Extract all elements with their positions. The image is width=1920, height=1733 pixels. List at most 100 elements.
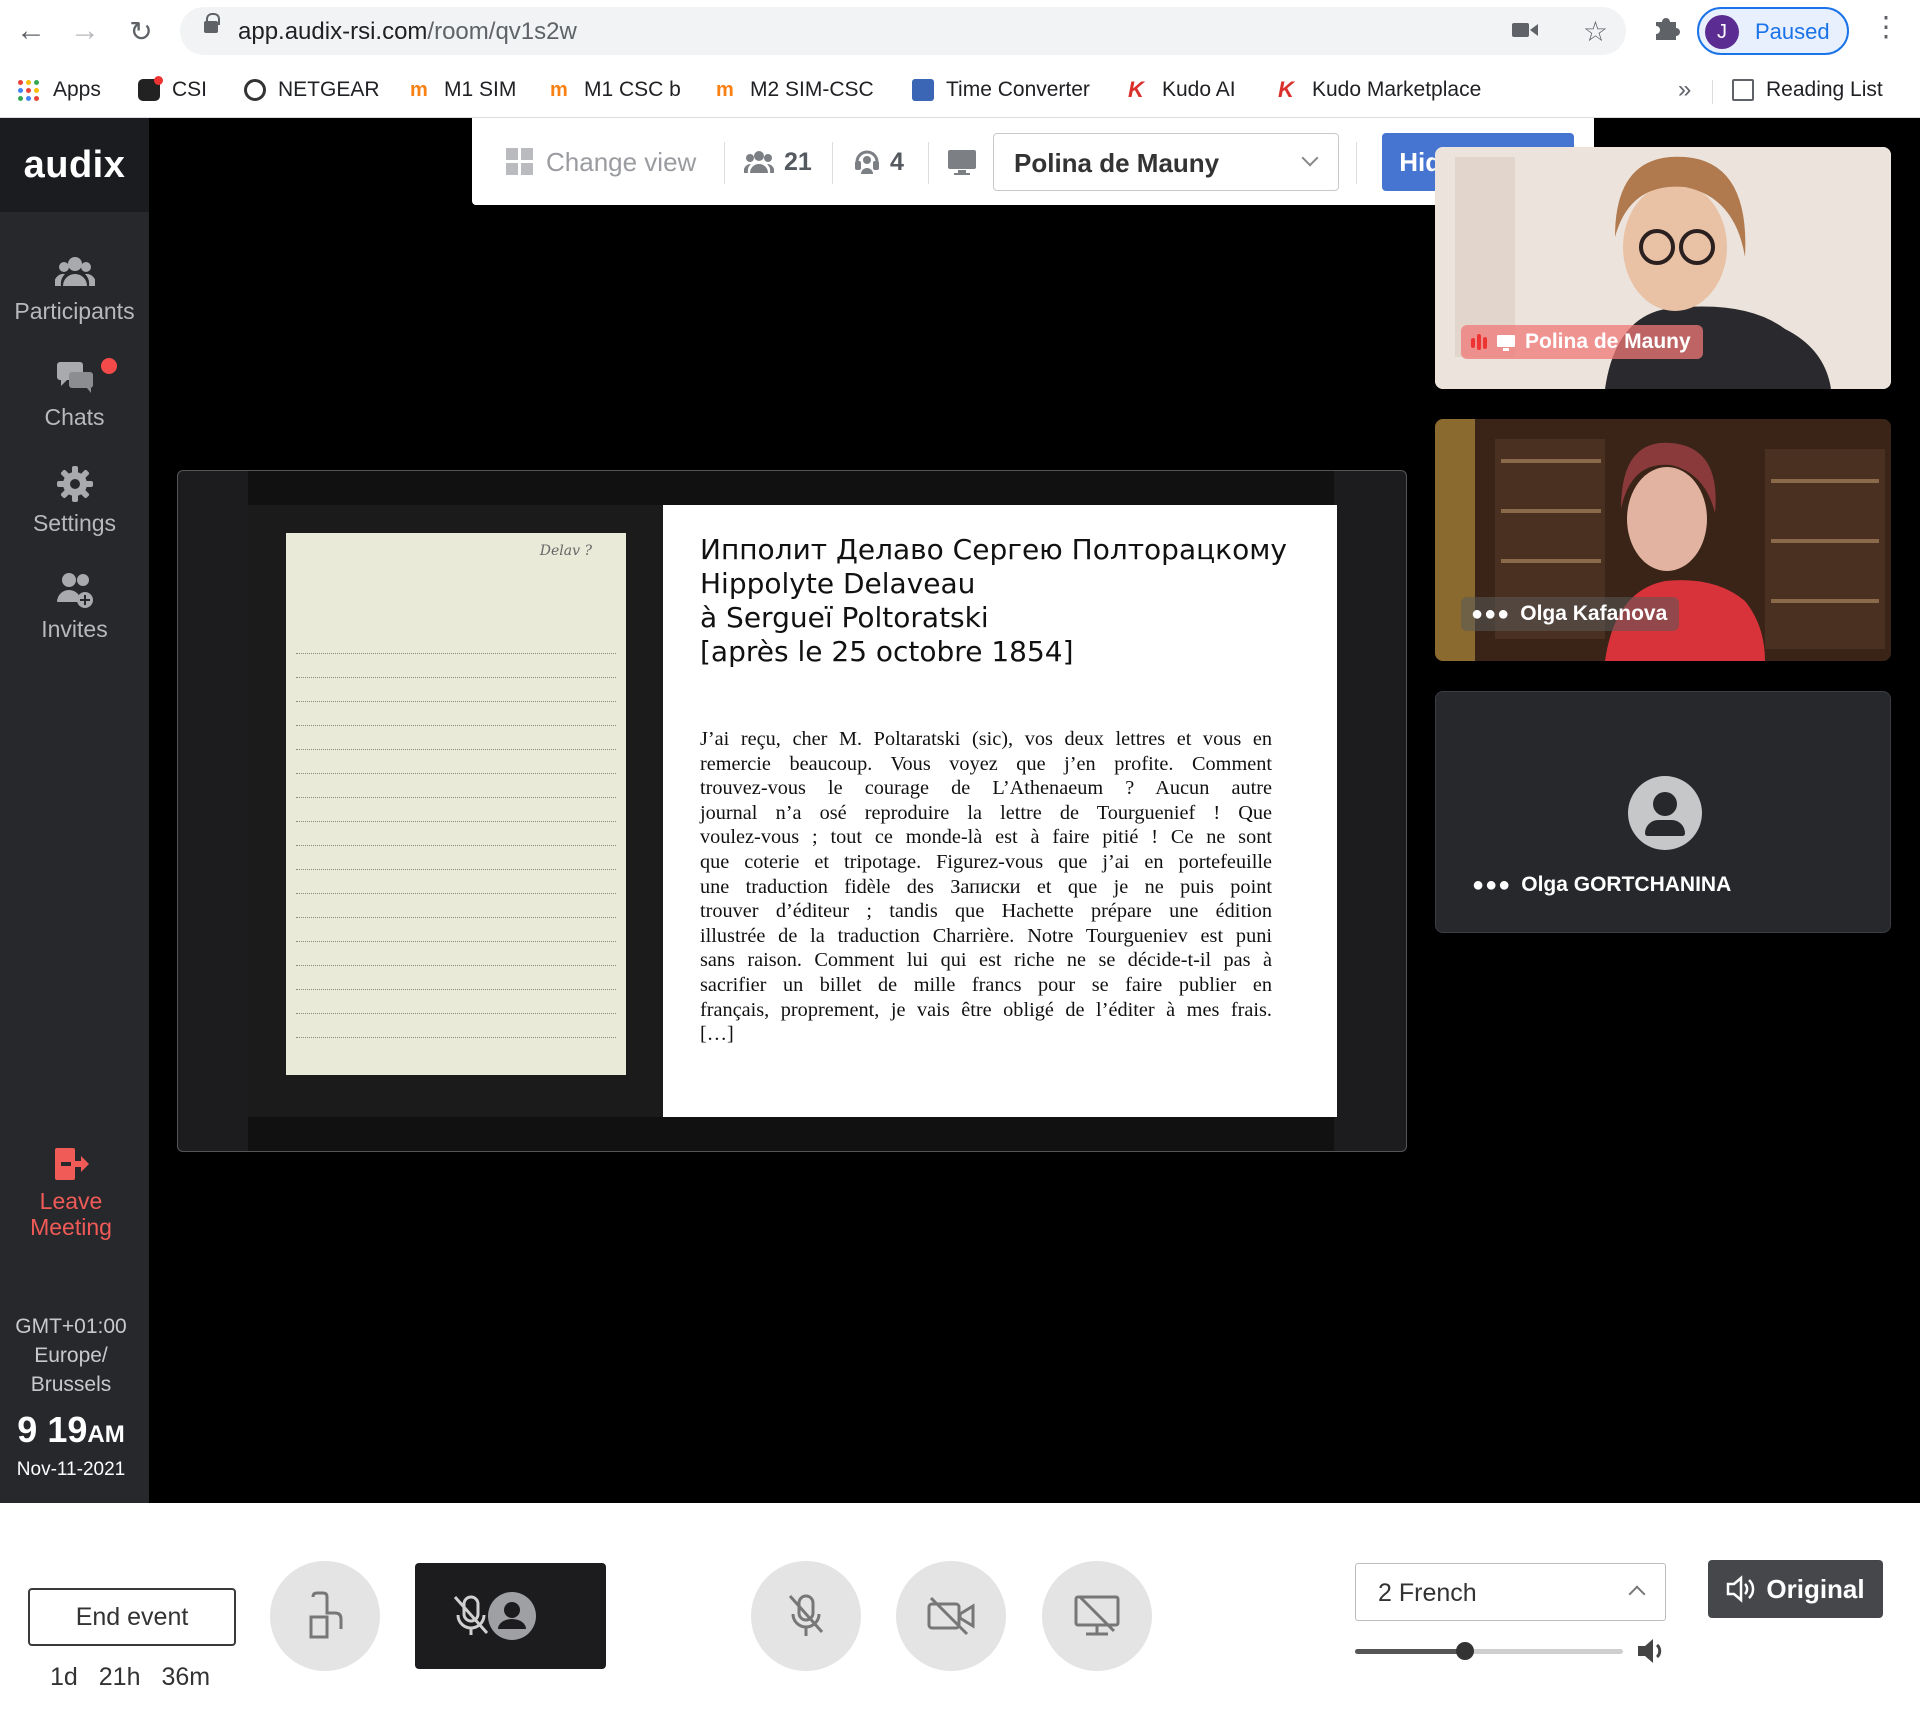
participant-name-tag: ●●● Olga Kafanova: [1461, 597, 1680, 631]
more-bookmarks-icon[interactable]: »: [1678, 76, 1691, 104]
bookmark-m2-sim-csc[interactable]: m M2 SIM-CSC: [716, 74, 874, 106]
participants-icon: [744, 151, 774, 173]
more-options-icon[interactable]: ●●●: [1472, 874, 1511, 897]
kudo-icon: K: [1128, 77, 1144, 102]
leave-meeting-button[interactable]: Leave Meeting: [0, 1146, 142, 1240]
video-tile-polina[interactable]: Polina de Mauny: [1435, 147, 1891, 389]
participant-name-tag: Polina de Mauny: [1461, 325, 1703, 359]
toolbar-divider: [1356, 142, 1357, 184]
moodle-icon: m: [716, 79, 734, 101]
unread-badge: [101, 358, 117, 374]
kudo-icon: K: [1278, 77, 1294, 102]
bookmark-kudo-marketplace[interactable]: K Kudo Marketplace: [1278, 74, 1481, 106]
timezone-city: Brussels: [30, 1373, 112, 1396]
invite-user-icon: [56, 573, 93, 608]
mic-off-icon: [788, 1594, 824, 1636]
interpreter-count[interactable]: 4: [854, 144, 904, 180]
camera-in-use-icon[interactable]: [1512, 21, 1538, 39]
sidebar-item-invites[interactable]: Invites: [0, 570, 149, 660]
video-tile-olga-kafanova[interactable]: ●●● Olga Kafanova: [1435, 419, 1891, 661]
time-converter-icon: [912, 79, 934, 101]
bookmark-netgear[interactable]: NETGEAR: [244, 74, 380, 106]
default-avatar-icon: [1628, 776, 1702, 850]
screen-share-button[interactable]: [1042, 1561, 1152, 1671]
video-tile-olga-gortchanina[interactable]: ●●● Olga GORTCHANINA: [1435, 691, 1891, 933]
chevron-up-icon: [1628, 1585, 1646, 1603]
bookmark-kudo-ai[interactable]: K Kudo AI: [1128, 74, 1236, 106]
interpreter-headset-icon: [855, 150, 879, 174]
handwritten-letter-image: Delav ?: [286, 533, 626, 1075]
current-date: Nov-11-2021: [16, 1459, 126, 1480]
meeting-app: audix Participants Chats Settings Invite…: [0, 118, 1920, 1503]
back-icon[interactable]: ←: [12, 12, 50, 50]
shared-screen: Delav ? Ипполит Делаво Сергею Полторацко…: [177, 470, 1407, 1152]
speak-request-icon: [309, 1591, 343, 1639]
change-view-button[interactable]: Change view: [506, 144, 696, 180]
shared-screen-source-select[interactable]: Polina de Mauny: [993, 133, 1339, 191]
participant-count[interactable]: 21: [744, 144, 812, 180]
slide-image-panel: Delav ?: [248, 505, 663, 1117]
browser-menu-icon[interactable]: ⋮: [1872, 10, 1900, 43]
volume-slider[interactable]: [1355, 1642, 1623, 1660]
forward-icon[interactable]: →: [66, 12, 104, 50]
language-channel-select[interactable]: 2 French: [1355, 1563, 1666, 1621]
audix-logo: audix: [0, 118, 149, 212]
mute-participant-toggle[interactable]: [415, 1563, 606, 1669]
camera-button[interactable]: [896, 1561, 1006, 1671]
chats-icon: [56, 362, 93, 393]
profile-button[interactable]: J Paused: [1697, 7, 1849, 55]
meeting-toolbar: Change view 21 4 Polina de Mauny Hide: [472, 118, 1594, 205]
mic-off-icon: [453, 1595, 489, 1635]
raise-hand-button[interactable]: [270, 1561, 380, 1671]
sidebar-item-settings[interactable]: Settings: [0, 464, 149, 554]
address-bar[interactable]: app.audix-rsi.com/room/qv1s2w ☆: [180, 7, 1626, 55]
current-time: 9 19AM: [17, 1409, 125, 1450]
screen-share-icon: [948, 150, 976, 175]
exit-door-icon: [55, 1148, 89, 1180]
speaker-icon: [1727, 1575, 1755, 1603]
slide-title: Ипполит Делаво Сергею Полторацкому Hippo…: [700, 533, 1287, 668]
bookmark-csi[interactable]: CSI: [138, 74, 207, 106]
shared-screen-content: Delav ? Ипполит Делаво Сергею Полторацко…: [248, 471, 1337, 1151]
reload-icon[interactable]: ↻: [122, 12, 160, 50]
sidebar-item-participants[interactable]: Participants: [0, 252, 149, 342]
slide-body-text: J’ai reçu, cher M. Poltaratski (sic), vo…: [700, 728, 1272, 1046]
original-audio-button[interactable]: Original: [1708, 1560, 1883, 1618]
toolbar-divider: [832, 142, 833, 184]
slide-text-panel: Ипполит Делаво Сергею Полторацкому Hippo…: [663, 505, 1337, 1117]
lock-icon: [204, 13, 220, 33]
csi-icon: [138, 76, 163, 101]
browser-toolbar: ← → ↻ app.audix-rsi.com/room/qv1s2w ☆ J …: [0, 0, 1920, 62]
volume-slider-handle[interactable]: [1455, 1642, 1474, 1660]
more-options-icon[interactable]: ●●●: [1471, 603, 1510, 626]
participants-icon: [54, 257, 95, 286]
sidebar-item-chats[interactable]: Chats: [0, 358, 149, 448]
event-remaining-time: 1d 21h 36m: [50, 1663, 211, 1691]
toolbar-divider: [928, 142, 929, 184]
participant-name-tag: ●●● Olga GORTCHANINA: [1472, 873, 1732, 897]
bookmark-divider: [1712, 80, 1713, 104]
bookmark-m1-csc-b[interactable]: m M1 CSC b: [550, 74, 681, 106]
bookmark-star-icon[interactable]: ☆: [1583, 15, 1608, 48]
grid-view-icon: [506, 148, 533, 175]
user-avatar-icon: [488, 1592, 536, 1640]
url-text[interactable]: app.audix-rsi.com/room/qv1s2w: [238, 18, 577, 46]
end-event-button[interactable]: End event: [28, 1588, 236, 1646]
bookmark-time-converter[interactable]: Time Converter: [912, 74, 1090, 106]
toolbar-divider: [724, 142, 725, 184]
volume-level: [1355, 1649, 1465, 1654]
timezone-region: Europe/: [34, 1344, 108, 1367]
timezone-offset: GMT+01:00: [15, 1315, 127, 1338]
volume-speaker-icon[interactable]: [1636, 1635, 1668, 1667]
meeting-clock: GMT+01:00 Europe/ Brussels 9 19AM Nov-11…: [0, 1312, 142, 1481]
gear-icon: [56, 466, 93, 502]
apps-grid-icon: [18, 79, 39, 101]
bookmark-apps[interactable]: Apps: [18, 74, 101, 106]
profile-avatar: J: [1705, 15, 1739, 49]
extensions-puzzle-icon[interactable]: [1652, 12, 1682, 42]
bottom-controls: End event 1d 21h 36m 2 French Original: [0, 1503, 1920, 1733]
reading-list-button[interactable]: Reading List: [1732, 74, 1883, 106]
microphone-button[interactable]: [751, 1561, 861, 1671]
netgear-icon: [244, 79, 266, 101]
bookmark-m1-sim[interactable]: m M1 SIM: [410, 74, 516, 106]
